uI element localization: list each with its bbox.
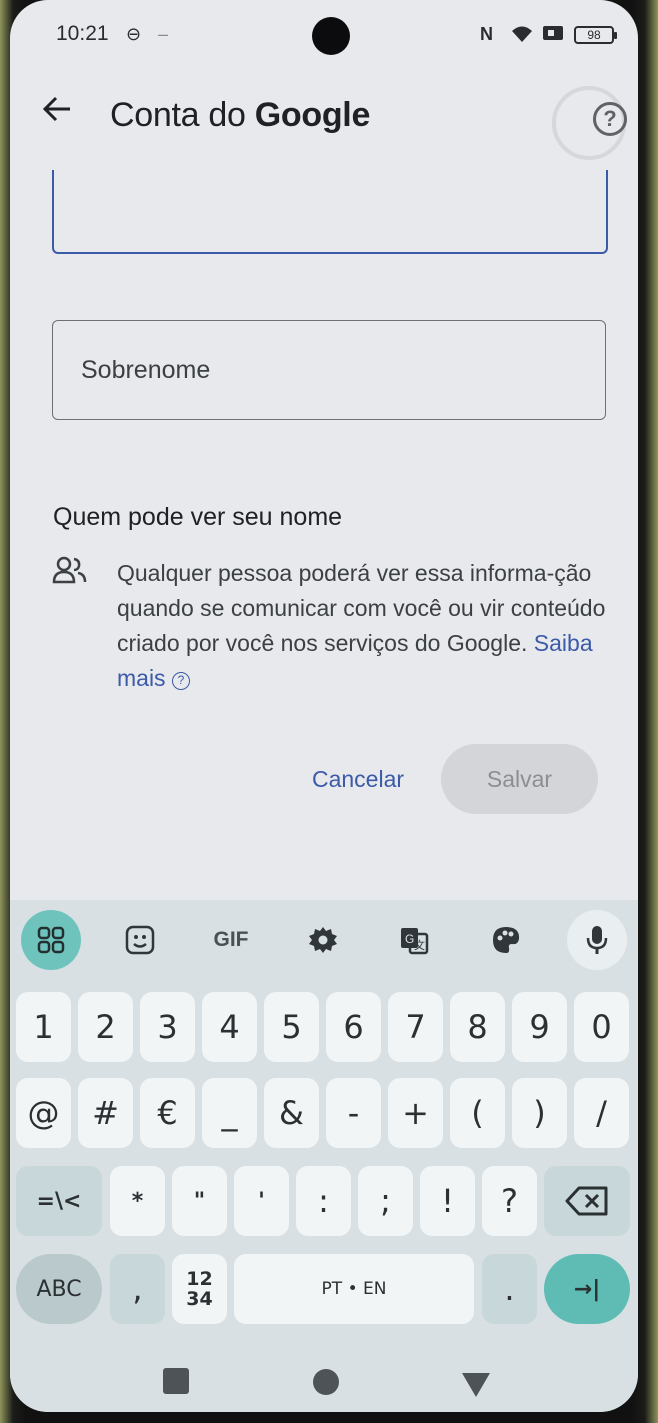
- key-underscore[interactable]: _: [202, 1078, 257, 1148]
- key-more-symbols[interactable]: =\<: [16, 1166, 102, 1236]
- title-text: Conta do: [110, 96, 255, 134]
- vpn-icon: ⊖: [126, 24, 142, 44]
- save-button[interactable]: Salvar: [441, 744, 598, 814]
- key-period[interactable]: .: [482, 1254, 537, 1324]
- translate-icon[interactable]: G文: [384, 910, 444, 970]
- key-5[interactable]: 5: [264, 992, 319, 1062]
- clock: 10:21: [56, 22, 109, 45]
- key-exclamation[interactable]: !: [420, 1166, 475, 1236]
- status-bar: 10:21 ⊖ – N 98: [10, 0, 638, 70]
- key-euro[interactable]: €: [140, 1078, 195, 1148]
- surname-input[interactable]: [53, 321, 605, 419]
- question-icon[interactable]: ?: [171, 672, 190, 690]
- key-single-quote[interactable]: ': [234, 1166, 289, 1236]
- key-semicolon[interactable]: ;: [358, 1166, 413, 1236]
- recents-icon[interactable]: [163, 1368, 189, 1394]
- key-8[interactable]: 8: [450, 992, 505, 1062]
- numpad-label: 12 34: [186, 1269, 212, 1309]
- visibility-info: Qualquer pessoa poderá ver essa informa-…: [117, 556, 607, 696]
- dash-icon: –: [158, 24, 169, 44]
- key-plus[interactable]: +: [388, 1078, 443, 1148]
- numpad-label-bottom: 34: [186, 1288, 213, 1310]
- key-slash[interactable]: /: [574, 1078, 629, 1148]
- keyboard: GIF G文 1 2 3 4 5 6 7 8 9 0 @ # € _ & - +…: [10, 900, 638, 1412]
- surname-field[interactable]: [52, 320, 606, 420]
- microphone-icon[interactable]: [567, 910, 627, 970]
- wifi-icon: [510, 24, 534, 49]
- svg-text:G: G: [405, 932, 414, 946]
- gif-button[interactable]: GIF: [201, 910, 261, 970]
- home-icon[interactable]: [313, 1369, 339, 1395]
- key-ampersand[interactable]: &: [264, 1078, 319, 1148]
- key-9[interactable]: 9: [512, 992, 567, 1062]
- app-bar: Conta do Google ?: [10, 70, 638, 170]
- enter-next-key[interactable]: →|: [544, 1254, 630, 1324]
- screen: 10:21 ⊖ – N 98 Conta do Google ? Quem po…: [10, 0, 638, 1412]
- battery-indicator: 98: [574, 26, 617, 44]
- screen-record-icon: [542, 24, 564, 47]
- sticker-icon[interactable]: [110, 910, 170, 970]
- key-2[interactable]: 2: [78, 992, 133, 1062]
- key-4[interactable]: 4: [202, 992, 257, 1062]
- svg-text:文: 文: [414, 938, 425, 952]
- help-icon[interactable]: ?: [593, 102, 627, 136]
- abc-key[interactable]: ABC: [16, 1254, 102, 1324]
- key-6[interactable]: 6: [326, 992, 381, 1062]
- key-hash[interactable]: #: [78, 1078, 133, 1148]
- back-arrow-icon[interactable]: [40, 92, 74, 135]
- key-comma[interactable]: ,: [110, 1254, 165, 1324]
- numpad-key[interactable]: 12 34: [172, 1254, 227, 1324]
- backspace-icon[interactable]: [544, 1166, 630, 1236]
- nfc-icon: N: [480, 24, 493, 44]
- visibility-heading: Quem pode ver seu nome: [53, 503, 343, 531]
- back-hide-keyboard-icon[interactable]: [462, 1373, 490, 1397]
- system-nav-bar: [10, 1345, 638, 1412]
- first-name-field[interactable]: [52, 170, 608, 254]
- key-double-quote[interactable]: ": [172, 1166, 227, 1236]
- google-brand-text: Google: [254, 96, 371, 134]
- space-key[interactable]: PT • EN: [234, 1254, 474, 1324]
- people-icon: [52, 556, 90, 586]
- key-7[interactable]: 7: [388, 992, 443, 1062]
- palette-icon[interactable]: [476, 910, 536, 970]
- key-open-paren[interactable]: (: [450, 1078, 505, 1148]
- key-colon[interactable]: :: [296, 1166, 351, 1236]
- settings-gear-icon[interactable]: [293, 910, 353, 970]
- numpad-label-top: 12: [186, 1268, 213, 1290]
- page-title: Conta do Google: [110, 96, 370, 135]
- key-1[interactable]: 1: [16, 992, 71, 1062]
- key-0[interactable]: 0: [574, 992, 629, 1062]
- key-close-paren[interactable]: ): [512, 1078, 567, 1148]
- key-at[interactable]: @: [16, 1078, 71, 1148]
- key-asterisk[interactable]: *: [110, 1166, 165, 1236]
- front-camera: [312, 17, 350, 55]
- key-3[interactable]: 3: [140, 992, 195, 1062]
- visibility-info-text: Qualquer pessoa poderá ver essa informa-…: [117, 560, 606, 656]
- apps-grid-icon[interactable]: [21, 910, 81, 970]
- cancel-button[interactable]: Cancelar: [288, 752, 428, 806]
- key-question[interactable]: ?: [482, 1166, 537, 1236]
- key-minus[interactable]: -: [326, 1078, 381, 1148]
